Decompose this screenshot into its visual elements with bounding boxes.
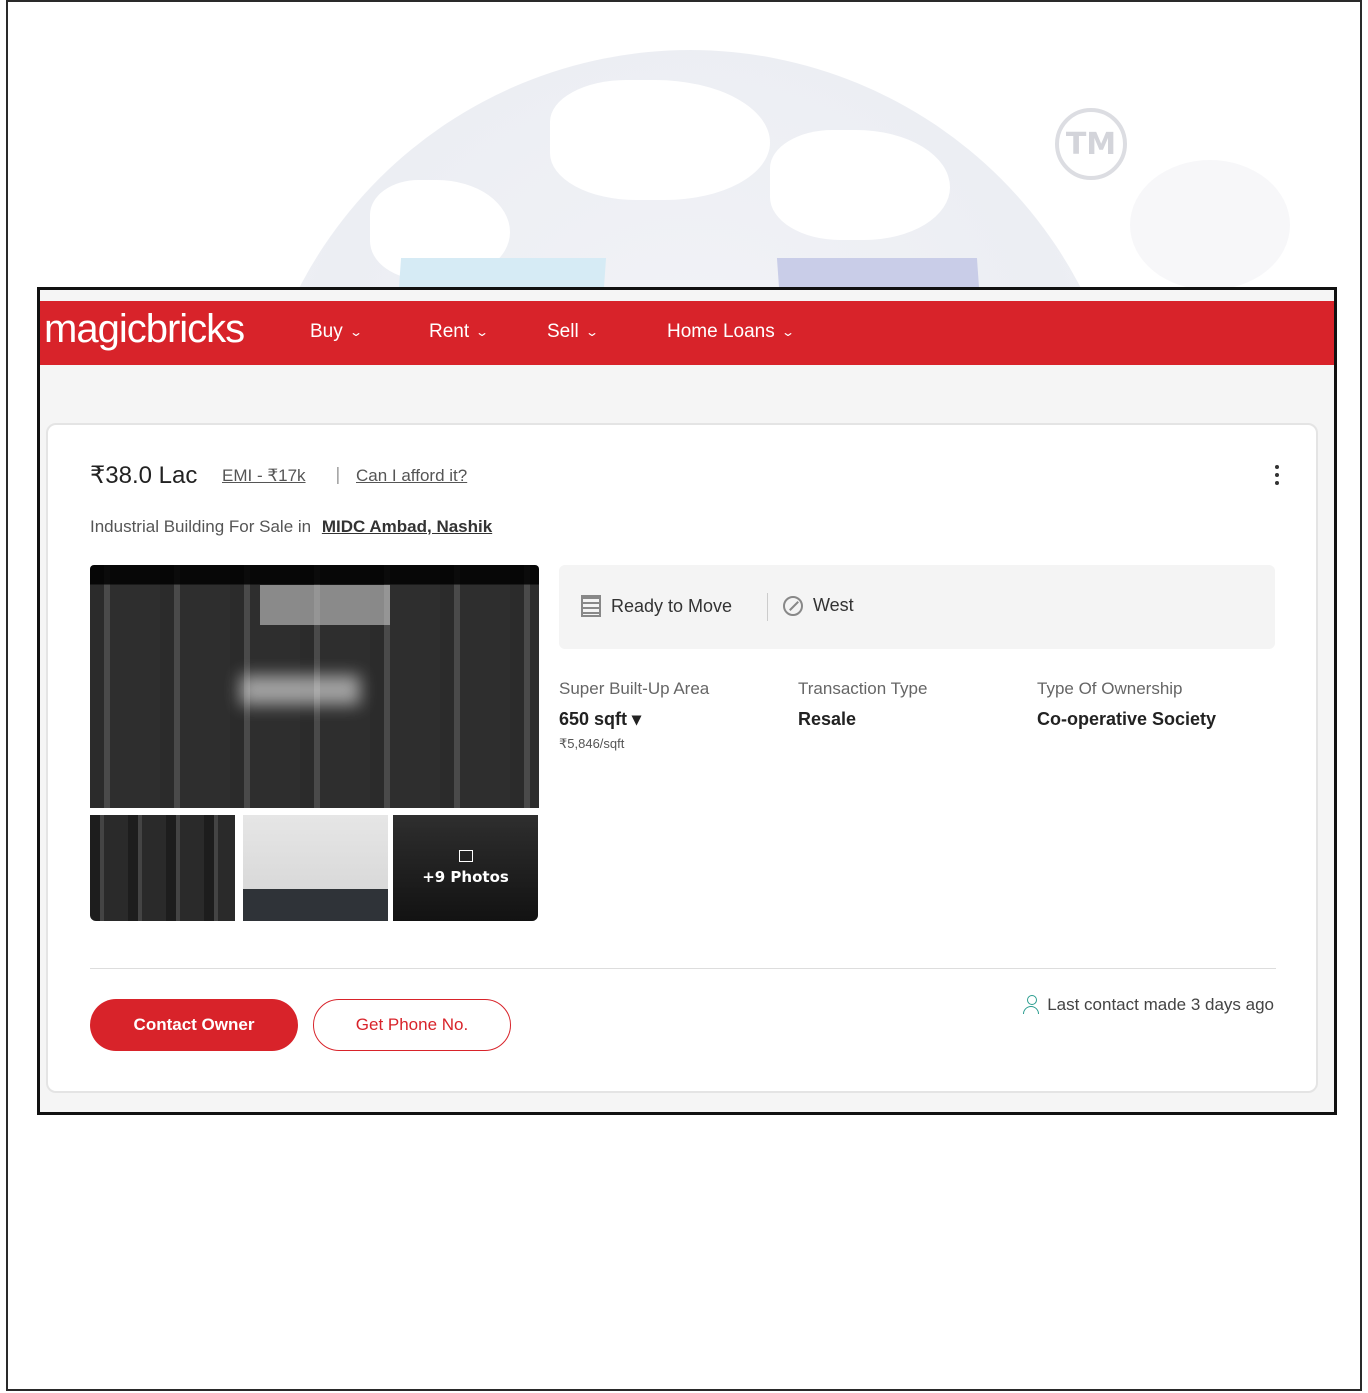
- chevron-down-icon: ⌄: [475, 325, 490, 339]
- thumbnail-photo-2[interactable]: [243, 815, 388, 921]
- last-contact-text: Last contact made 3 days ago: [1047, 995, 1274, 1014]
- chevron-down-icon: ⌄: [780, 325, 795, 339]
- location-link[interactable]: MIDC Ambad, Nashik: [322, 517, 492, 536]
- brand-logo[interactable]: magicbricks: [44, 307, 245, 352]
- nav-label: Buy: [310, 321, 343, 342]
- nav-label: Home Loans: [667, 321, 775, 342]
- nav-label: Rent: [429, 321, 470, 342]
- spec-label: Type Of Ownership: [1037, 679, 1183, 698]
- chevron-down-icon: ⌄: [348, 325, 363, 339]
- nav-label: Sell: [547, 321, 579, 342]
- main-property-photo[interactable]: [90, 565, 539, 808]
- spec-ownership: Type Of Ownership Co-operative Society: [1037, 679, 1216, 730]
- building-icon: [581, 595, 601, 617]
- spec-rate: ₹5,846/sqft: [559, 736, 625, 751]
- top-navbar: magicbricks Buy ⌄ Rent ⌄ Sell ⌄ Home Loa…: [40, 301, 1334, 365]
- watermark-band-right: [776, 258, 980, 288]
- contact-owner-button[interactable]: Contact Owner: [90, 999, 298, 1051]
- possession-status-text: Ready to Move: [611, 595, 733, 616]
- property-subtitle: Industrial Building For Sale in MIDC Amb…: [90, 517, 492, 537]
- nav-item-rent[interactable]: Rent ⌄: [429, 321, 490, 343]
- trademark-icon: TM: [1055, 108, 1127, 180]
- emi-link[interactable]: EMI - ₹17k: [222, 466, 306, 486]
- spec-area: Super Built-Up Area 650 sqft ▾ ₹5,846/sq…: [559, 679, 709, 752]
- more-photos-label: +9 Photos: [422, 868, 509, 886]
- property-card: ₹38.0 Lac EMI - ₹17k | Can I afford it? …: [46, 423, 1318, 1093]
- property-price: ₹38.0 Lac: [90, 462, 198, 489]
- nav-item-buy[interactable]: Buy ⌄: [310, 321, 363, 343]
- property-type-text: Industrial Building For Sale in: [90, 517, 312, 536]
- status-box: Ready to Move West: [559, 565, 1275, 649]
- facing-text: West: [813, 595, 854, 615]
- spec-value[interactable]: 650 sqft ▾: [559, 709, 709, 730]
- afford-link[interactable]: Can I afford it?: [356, 466, 467, 486]
- compass-icon: [783, 595, 803, 616]
- image-icon: [458, 850, 473, 862]
- facing-status: West: [783, 595, 854, 616]
- watermark-band-left: [398, 258, 607, 288]
- spec-transaction: Transaction Type Resale: [798, 679, 927, 730]
- nav-item-sell[interactable]: Sell ⌄: [547, 321, 599, 343]
- get-phone-button[interactable]: Get Phone No.: [313, 999, 511, 1051]
- status-divider: [767, 593, 768, 621]
- separator: |: [335, 465, 341, 485]
- listing-screenshot: magicbricks Buy ⌄ Rent ⌄ Sell ⌄ Home Loa…: [37, 287, 1337, 1115]
- last-contact-info: Last contact made 3 days ago: [1023, 995, 1274, 1015]
- more-options-icon[interactable]: [1274, 465, 1280, 487]
- spec-value: Resale: [798, 709, 857, 729]
- nav-item-home-loans[interactable]: Home Loans ⌄: [667, 321, 795, 343]
- spec-value: Co-operative Society: [1037, 709, 1217, 729]
- chevron-down-icon: ⌄: [584, 325, 599, 339]
- watermark-shadow: [1130, 160, 1290, 290]
- spec-label: Transaction Type: [798, 679, 928, 698]
- possession-status: Ready to Move: [581, 595, 732, 617]
- thumbnail-photo-1[interactable]: [90, 815, 235, 921]
- thumbnail-more-photos[interactable]: +9 Photos: [393, 815, 538, 921]
- person-icon: [1023, 995, 1040, 1015]
- card-divider: [90, 968, 1276, 969]
- spec-label: Super Built-Up Area: [559, 679, 710, 698]
